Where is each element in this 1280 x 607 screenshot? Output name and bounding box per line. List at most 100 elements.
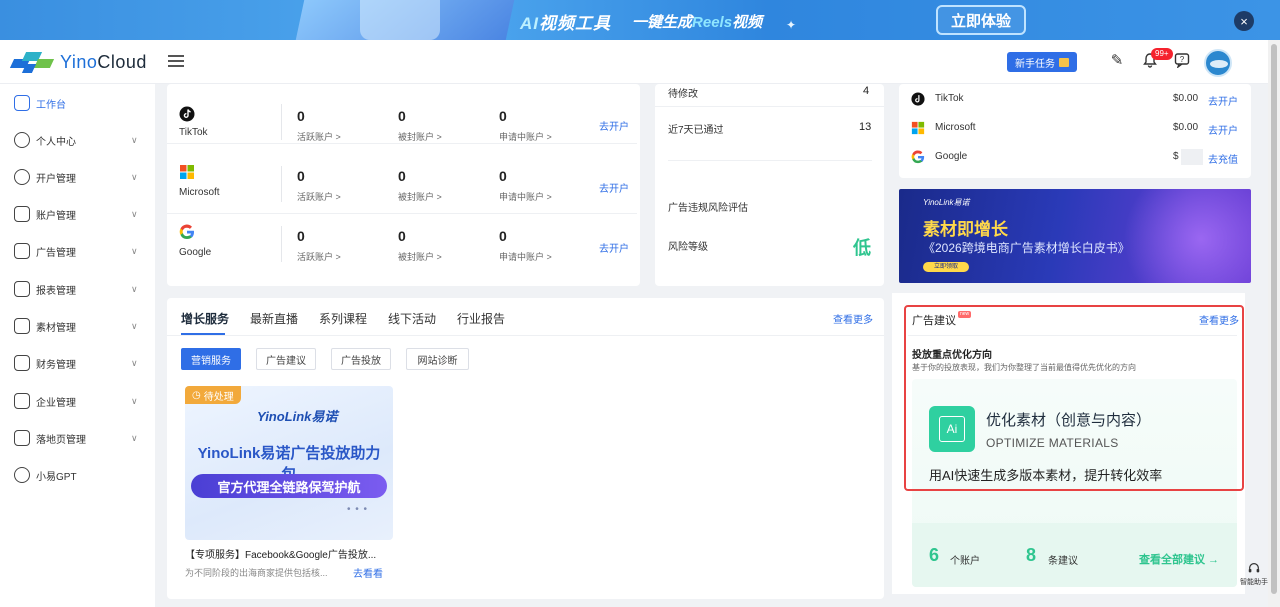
metric-active[interactable]: 0 活跃账户 >: [297, 168, 341, 203]
banner-subtitle: 《2026跨境电商广告素材增长白皮书》: [923, 241, 1130, 255]
new-task-button[interactable]: 新手任务: [1007, 52, 1077, 72]
platform-row-google: Google 0 活跃账户 > 0 被封账户 > 0 申请中账户 > 去开户: [167, 214, 637, 274]
banner-close-icon[interactable]: ×: [1234, 11, 1254, 31]
sidebar-item-label: 素材管理: [36, 322, 76, 334]
passed-label: 近7天已通过: [668, 125, 724, 136]
clock-icon: ◷: [192, 389, 201, 401]
sidebar-item-gpt[interactable]: 小易GPT: [0, 460, 155, 490]
chevron-down-icon: ∨: [131, 432, 138, 443]
metric-label: 申请中账户 >: [499, 192, 552, 202]
metric-label: 被封账户 >: [398, 192, 442, 202]
ad-icon: [14, 243, 30, 259]
logo-text-a: Yino: [60, 51, 98, 72]
gpt-icon: [14, 467, 30, 483]
sidebar-item-ads[interactable]: 广告管理 ∨: [0, 236, 155, 266]
tab-industry-report[interactable]: 行业报告: [457, 310, 505, 327]
suggest-label: 条建议: [1048, 556, 1078, 567]
home-icon: [14, 95, 30, 111]
sidebar-item-landing[interactable]: 落地页管理 ∨: [0, 423, 155, 453]
metric-applying[interactable]: 0 申请中账户 >: [499, 228, 552, 263]
promo-banner[interactable]: AI视频工具 一键生成Reels视频 ✦ 立即体验 ×: [0, 0, 1280, 40]
suggest-count: 8: [1026, 545, 1037, 565]
sidebar-item-reports[interactable]: 报表管理 ∨: [0, 274, 155, 304]
metric-active[interactable]: 0 活跃账户 >: [297, 108, 341, 143]
platform-name: TikTok: [179, 127, 208, 138]
highlight-frame: [904, 305, 1244, 491]
chip-marketing[interactable]: 营销服务: [181, 348, 241, 370]
menu-toggle-icon[interactable]: [168, 55, 184, 68]
banner-get-button[interactable]: 立即领取: [923, 262, 969, 272]
accounts-count: 6: [929, 545, 940, 565]
sidebar-item-personal[interactable]: 个人中心 ∨: [0, 125, 155, 155]
metric-label: 活跃账户 >: [297, 132, 341, 142]
sidebar-item-accounts[interactable]: 账户管理 ∨: [0, 199, 155, 229]
chip-ad-delivery[interactable]: 广告投放: [331, 348, 391, 370]
chevron-down-icon: ∨: [131, 245, 138, 256]
user-avatar[interactable]: [1204, 49, 1232, 77]
assistant-label: 智能助手: [1240, 579, 1268, 586]
open-account-link[interactable]: 去开户: [599, 118, 629, 133]
service-go-link[interactable]: 去看看: [353, 565, 383, 580]
sidebar-item-workbench[interactable]: 工作台: [0, 88, 155, 118]
scrollbar-thumb[interactable]: [1271, 44, 1277, 594]
chip-ad-suggestion[interactable]: 广告建议: [256, 348, 316, 370]
service-desc: 为不同阶段的出海商家提供包括核...: [185, 568, 328, 578]
logo[interactable]: YinoCloud: [9, 50, 147, 74]
sidebar-item-account-opening[interactable]: 开户管理 ∨: [0, 162, 155, 192]
banner-logo-text: YinoLink易诺: [923, 198, 970, 207]
metric-value: 0: [499, 228, 507, 244]
platform-row-microsoft: Microsoft 0 活跃账户 > 0 被封账户 > 0 申请中账户 > 去开户: [167, 154, 637, 214]
metric-label: 被封账户 >: [398, 252, 442, 262]
top-header: YinoCloud 新手任务 ✎ 99+ ?: [0, 40, 1268, 84]
whitepaper-banner[interactable]: YinoLink易诺 素材即增长 《2026跨境电商广告素材增长白皮书》 立即领…: [899, 189, 1251, 283]
user-icon: [14, 132, 30, 148]
tab-courses[interactable]: 系列课程: [319, 310, 367, 327]
tiktok-icon: [911, 92, 925, 106]
banner-slogan-pre: 一键生成: [632, 14, 693, 31]
spend-action-link[interactable]: 去开户: [1208, 93, 1238, 108]
platform-spend-card: TikTok $0.00 去开户 Microsoft $0.00 去开户 Goo…: [899, 84, 1251, 178]
spend-amount: $0.00: [1173, 93, 1199, 104]
google-icon: [179, 224, 194, 240]
open-account-link[interactable]: 去开户: [599, 240, 629, 255]
metric-label: 活跃账户 >: [297, 252, 341, 262]
passed-value: 13: [859, 121, 872, 133]
tab-offline[interactable]: 线下活动: [388, 310, 436, 327]
sidebar-item-finance[interactable]: 财务管理 ∨: [0, 348, 155, 378]
new-task-label: 新手任务: [1015, 58, 1055, 70]
risk-level-value: 低: [853, 238, 871, 258]
microsoft-icon: [180, 165, 194, 179]
page-scrollbar[interactable]: [1268, 40, 1280, 607]
metric-banned[interactable]: 0 被封账户 >: [398, 108, 442, 143]
accounts-label: 个账户: [950, 556, 980, 567]
sidebar-item-materials[interactable]: 素材管理 ∨: [0, 311, 155, 341]
chevron-down-icon: ∨: [131, 208, 138, 219]
growth-services-card: 增长服务 最新直播 系列课程 线下活动 行业报告 查看更多 营销服务 广告建议 …: [167, 298, 884, 599]
service-promo-image[interactable]: ◷待处理 YinoLink易诺 YinoLink易诺广告投放助力包 官方代理全链…: [185, 386, 393, 540]
sidebar-item-label: 个人中心: [36, 136, 76, 148]
spend-action-link[interactable]: 去开户: [1208, 122, 1238, 137]
help-chat-icon[interactable]: ?: [1173, 52, 1191, 70]
banner-try-button[interactable]: 立即体验: [936, 5, 1026, 35]
sidebar-item-enterprise[interactable]: 企业管理 ∨: [0, 386, 155, 416]
metric-value: 0: [297, 228, 305, 244]
wallet-icon: [14, 355, 30, 371]
view-all-suggestions-link[interactable]: 查看全部建议 →: [1139, 551, 1219, 567]
metric-banned[interactable]: 0 被封账户 >: [398, 168, 442, 203]
open-account-link[interactable]: 去开户: [599, 180, 629, 195]
smart-assistant-button[interactable]: 智能助手: [1240, 561, 1268, 589]
spend-row-microsoft: Microsoft $0.00 去开户: [911, 120, 1241, 140]
metric-banned[interactable]: 0 被封账户 >: [398, 228, 442, 263]
chip-site-diagnosis[interactable]: 网站诊断: [406, 348, 469, 370]
service-name[interactable]: 【专项服务】Facebook&Google广告投放...: [185, 546, 395, 561]
edit-icon[interactable]: ✎: [1108, 52, 1126, 70]
metric-applying[interactable]: 0 申请中账户 >: [499, 168, 552, 203]
tab-live[interactable]: 最新直播: [250, 310, 298, 327]
spend-action-link[interactable]: 去充值: [1208, 151, 1238, 166]
metric-value: 0: [398, 228, 406, 244]
growth-more-link[interactable]: 查看更多: [833, 311, 873, 326]
pending-tag-text: 待处理: [203, 391, 234, 403]
metric-applying[interactable]: 0 申请中账户 >: [499, 108, 552, 143]
metric-active[interactable]: 0 活跃账户 >: [297, 228, 341, 263]
tab-growth-services[interactable]: 增长服务: [181, 310, 229, 327]
